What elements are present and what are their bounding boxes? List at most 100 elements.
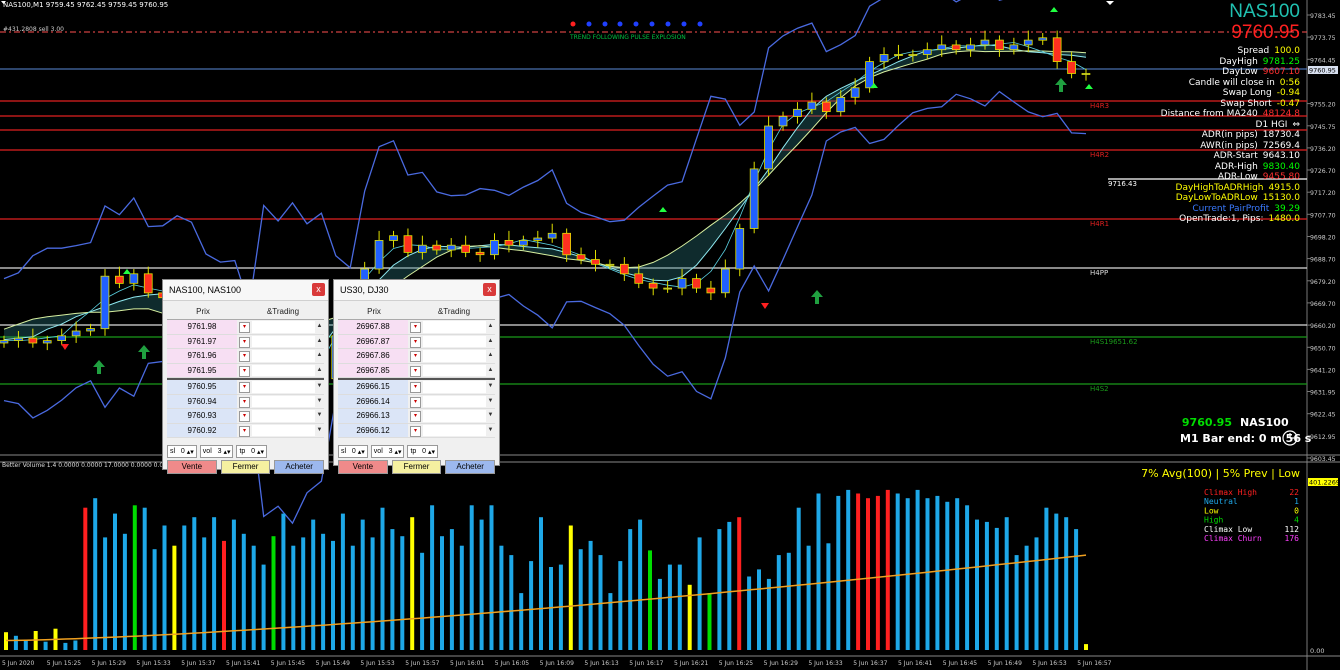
ask-row[interactable]: 26967.85 ▾ ▲ <box>338 363 495 378</box>
sell-button[interactable]: Vente <box>338 460 388 474</box>
sl-value[interactable]: 0 <box>352 448 356 455</box>
sl-value[interactable]: 0 <box>181 448 185 455</box>
chevron-down-icon[interactable]: ▾ <box>410 382 421 393</box>
close-position-button[interactable]: Fermer <box>391 460 442 474</box>
chevron-down-icon[interactable]: ▾ <box>410 396 421 408</box>
volume-field[interactable] <box>252 321 315 333</box>
ask-row[interactable]: 26967.87 ▾ ▲ <box>338 334 495 349</box>
bid-price[interactable]: 26966.15 <box>338 380 408 394</box>
bid-row[interactable]: 26966.15 ▾ ▼ <box>338 380 495 395</box>
ask-price[interactable]: 26967.85 <box>338 363 408 377</box>
ask-price[interactable]: 26967.87 <box>338 334 408 348</box>
volume-field[interactable] <box>252 381 315 393</box>
chevron-down-icon[interactable]: ▼ <box>315 395 324 409</box>
volume-field[interactable] <box>423 335 486 347</box>
chevron-down-icon[interactable]: ▾ <box>239 382 250 393</box>
bid-price[interactable]: 9760.92 <box>167 423 237 437</box>
chevron-down-icon[interactable]: ▾ <box>410 365 421 377</box>
bid-row[interactable]: 26966.14 ▾ ▼ <box>338 394 495 409</box>
volume-field[interactable] <box>252 424 315 436</box>
tp-value[interactable]: 0 <box>251 448 255 455</box>
chevron-down-icon[interactable]: ▾ <box>410 411 421 422</box>
volume-field[interactable] <box>423 424 486 436</box>
chevron-down-icon[interactable]: ▾ <box>239 351 250 362</box>
chevron-down-icon[interactable]: ▾ <box>239 365 250 377</box>
chevron-down-icon[interactable]: ▼ <box>315 409 324 423</box>
chevron-down-icon[interactable]: ▾ <box>410 351 421 362</box>
chevron-down-icon[interactable]: ▼ <box>486 424 495 438</box>
ask-price[interactable]: 9761.97 <box>167 334 237 348</box>
volume-field[interactable] <box>252 364 315 376</box>
volume-field[interactable] <box>252 395 315 407</box>
chevron-up-icon[interactable]: ▲ <box>486 320 495 334</box>
vol-value[interactable]: 3 <box>389 448 393 455</box>
bid-row[interactable]: 26966.12 ▾ ▼ <box>338 423 495 438</box>
volume-field[interactable] <box>423 410 486 422</box>
chevron-down-icon[interactable]: ▼ <box>486 395 495 409</box>
sl-stepper[interactable]: sl 0 ▴▾ <box>338 445 368 458</box>
ask-price[interactable]: 9761.98 <box>167 320 237 334</box>
chevron-up-icon[interactable]: ▲ <box>486 364 495 378</box>
chevron-up-icon[interactable]: ▲ <box>315 364 324 378</box>
chevron-down-icon[interactable]: ▾ <box>410 336 421 348</box>
panel-title-bar[interactable]: US30, DJ30 x <box>334 280 499 301</box>
volume-field[interactable] <box>423 381 486 393</box>
chevron-down-icon[interactable]: ▼ <box>315 424 324 438</box>
bid-price[interactable]: 9760.95 <box>167 380 237 394</box>
bid-price[interactable]: 9760.94 <box>167 394 237 408</box>
chevron-down-icon[interactable]: ▾ <box>239 336 250 348</box>
bid-row[interactable]: 9760.92 ▾ ▼ <box>167 423 324 438</box>
volume-field[interactable] <box>423 364 486 376</box>
chevron-down-icon[interactable]: ▾ <box>239 322 250 333</box>
volume-field[interactable] <box>252 350 315 362</box>
bid-price[interactable]: 26966.13 <box>338 409 408 423</box>
ask-price[interactable]: 26967.86 <box>338 349 408 363</box>
volume-field[interactable] <box>252 410 315 422</box>
bid-price[interactable]: 26966.12 <box>338 423 408 437</box>
chevron-down-icon[interactable]: ▾ <box>239 411 250 422</box>
chevron-up-icon[interactable]: ▲ <box>315 335 324 349</box>
ask-row[interactable]: 9761.95 ▾ ▲ <box>167 363 324 378</box>
volume-field[interactable] <box>423 321 486 333</box>
chevron-down-icon[interactable]: ▼ <box>315 380 324 394</box>
volume-field[interactable] <box>252 335 315 347</box>
tp-stepper[interactable]: tp 0 ▴▾ <box>236 445 268 458</box>
close-button[interactable]: x <box>312 283 325 296</box>
chevron-down-icon[interactable]: ▾ <box>239 425 250 437</box>
chevron-up-icon[interactable]: ▲ <box>315 349 324 363</box>
ask-row[interactable]: 26967.88 ▾ ▲ <box>338 320 495 335</box>
trade-panel-nas100[interactable]: NAS100, NAS100 x Prix &Trading 9761.98 ▾ ▲ 9761… <box>162 279 329 474</box>
trade-panel-us30[interactable]: US30, DJ30 x Prix &Trading 26967.88 ▾ ▲ 26967.8… <box>333 279 500 474</box>
bid-row[interactable]: 9760.94 ▾ ▼ <box>167 394 324 409</box>
chevron-up-icon[interactable]: ▲ <box>486 335 495 349</box>
chevron-down-icon[interactable]: ▾ <box>239 396 250 408</box>
bid-price[interactable]: 9760.93 <box>167 409 237 423</box>
panel-title-bar[interactable]: NAS100, NAS100 x <box>163 280 328 301</box>
volume-field[interactable] <box>423 350 486 362</box>
sl-stepper[interactable]: sl 0 ▴▾ <box>167 445 197 458</box>
ask-price[interactable]: 26967.88 <box>338 320 408 334</box>
chevron-up-icon[interactable]: ▲ <box>315 320 324 334</box>
vol-value[interactable]: 3 <box>218 448 222 455</box>
close-position-button[interactable]: Fermer <box>220 460 271 474</box>
ask-row[interactable]: 9761.96 ▾ ▲ <box>167 349 324 364</box>
bid-price[interactable]: 26966.14 <box>338 394 408 408</box>
ask-row[interactable]: 26967.86 ▾ ▲ <box>338 349 495 364</box>
chevron-down-icon[interactable]: ▾ <box>410 425 421 437</box>
bid-row[interactable]: 9760.95 ▾ ▼ <box>167 380 324 395</box>
buy-button[interactable]: Acheter <box>445 460 496 474</box>
chevron-up-icon[interactable]: ▲ <box>486 349 495 363</box>
ask-row[interactable]: 9761.98 ▾ ▲ <box>167 320 324 335</box>
tp-stepper[interactable]: tp 0 ▴▾ <box>407 445 439 458</box>
volume-field[interactable] <box>423 395 486 407</box>
ask-row[interactable]: 9761.97 ▾ ▲ <box>167 334 324 349</box>
chevron-down-icon[interactable]: ▾ <box>410 322 421 333</box>
vol-stepper[interactable]: vol 3 ▴▾ <box>199 445 234 458</box>
bid-row[interactable]: 26966.13 ▾ ▼ <box>338 409 495 424</box>
ask-price[interactable]: 9761.95 <box>167 363 237 377</box>
chevron-down-icon[interactable]: ▼ <box>486 409 495 423</box>
buy-button[interactable]: Acheter <box>274 460 325 474</box>
close-button[interactable]: x <box>483 283 496 296</box>
ask-price[interactable]: 9761.96 <box>167 349 237 363</box>
chevron-down-icon[interactable]: ▼ <box>486 380 495 394</box>
